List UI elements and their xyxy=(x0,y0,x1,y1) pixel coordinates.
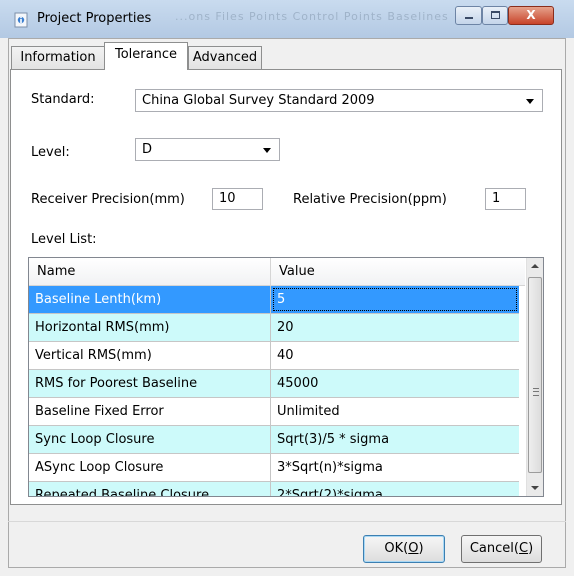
table-row[interactable]: Sync Loop Closure Sqrt(3)/5 * sigma xyxy=(29,426,519,454)
cell-name[interactable]: Repeated Baseline Closure xyxy=(29,482,271,496)
close-button[interactable]: X xyxy=(508,6,554,25)
maximize-icon xyxy=(491,11,500,19)
grip-icon xyxy=(533,388,539,396)
project-properties-icon xyxy=(14,12,28,28)
standard-value: China Global Survey Standard 2009 xyxy=(142,93,375,108)
footer-divider xyxy=(8,521,566,522)
table-row[interactable]: ASync Loop Closure 3*Sqrt(n)*sigma xyxy=(29,454,519,482)
cell-value[interactable]: 45000 xyxy=(271,370,519,397)
ok-label-end: ) xyxy=(418,541,424,556)
table-row[interactable]: Baseline Fixed Error Unlimited xyxy=(29,398,519,426)
chevron-down-icon xyxy=(526,99,534,104)
vertical-scrollbar[interactable] xyxy=(526,258,543,496)
table-header: Name Value xyxy=(29,258,525,286)
maximize-button[interactable] xyxy=(482,6,508,25)
ok-mnemonic: O xyxy=(408,541,419,556)
ok-label: OK( xyxy=(384,541,409,556)
table-row[interactable]: RMS for Poorest Baseline 45000 xyxy=(29,370,519,398)
tab-label: Advanced xyxy=(192,50,258,65)
chevron-down-icon xyxy=(263,148,271,153)
cell-name[interactable]: RMS for Poorest Baseline xyxy=(29,370,271,397)
cell-value[interactable]: 20 xyxy=(271,314,519,341)
cancel-label: Cancel( xyxy=(469,541,519,556)
column-header-value[interactable]: Value xyxy=(271,258,525,285)
table-row[interactable]: Repeated Baseline Closure 2*Sqrt(2)*sigm… xyxy=(29,482,519,496)
column-header-name[interactable]: Name xyxy=(29,258,271,285)
tab-label: Information xyxy=(20,50,96,65)
scroll-up-icon[interactable] xyxy=(527,258,543,275)
cell-value[interactable]: 5 xyxy=(271,286,519,313)
cell-name[interactable]: Vertical RMS(mm) xyxy=(29,342,271,369)
cell-name[interactable]: Horizontal RMS(mm) xyxy=(29,314,271,341)
ok-button[interactable]: OK(O) xyxy=(363,535,445,563)
minimize-button[interactable] xyxy=(455,6,482,25)
cell-name[interactable]: Baseline Fixed Error xyxy=(29,398,271,425)
level-value: D xyxy=(142,142,153,157)
cell-name[interactable]: ASync Loop Closure xyxy=(29,454,271,481)
title-bar[interactable]: Project Properties ...ons Files Points C… xyxy=(0,0,574,38)
table-row[interactable]: Horizontal RMS(mm) 20 xyxy=(29,314,519,342)
window-title: Project Properties xyxy=(37,11,152,26)
cell-name[interactable]: Sync Loop Closure xyxy=(29,426,271,453)
tab-tolerance[interactable]: Tolerance xyxy=(104,42,188,70)
cell-name[interactable]: Baseline Lenth(km) xyxy=(29,286,271,313)
cancel-label-end: ) xyxy=(528,541,534,556)
project-properties-dialog: Project Properties ...ons Files Points C… xyxy=(0,0,574,576)
receiver-precision-value: 10 xyxy=(219,191,236,206)
table-row[interactable]: Baseline Lenth(km) 5 xyxy=(29,286,519,314)
scrollbar-thumb[interactable] xyxy=(528,277,542,473)
cell-value[interactable]: 2*Sqrt(2)*sigma xyxy=(271,482,519,496)
level-list-table[interactable]: Name Value Baseline Lenth(km) 5 Horizont… xyxy=(28,257,544,497)
tab-label: Tolerance xyxy=(115,47,177,62)
background-window-title: ...ons Files Points Control Points Basel… xyxy=(175,10,449,23)
cell-value[interactable]: Unlimited xyxy=(271,398,519,425)
receiver-precision-input[interactable]: 10 xyxy=(212,188,263,210)
table-row[interactable]: Vertical RMS(mm) 40 xyxy=(29,342,519,370)
standard-dropdown[interactable]: China Global Survey Standard 2009 xyxy=(135,89,543,112)
tab-information[interactable]: Information xyxy=(11,46,105,69)
cell-value[interactable]: Sqrt(3)/5 * sigma xyxy=(271,426,519,453)
cell-value[interactable]: 3*Sqrt(n)*sigma xyxy=(271,454,519,481)
scroll-down-icon[interactable] xyxy=(527,479,543,496)
relative-precision-value: 1 xyxy=(492,191,501,206)
cell-value[interactable]: 40 xyxy=(271,342,519,369)
relative-precision-input[interactable]: 1 xyxy=(485,188,526,210)
level-dropdown[interactable]: D xyxy=(135,138,280,161)
cancel-mnemonic: C xyxy=(518,541,529,556)
cancel-button[interactable]: Cancel(C) xyxy=(461,535,542,563)
close-icon: X xyxy=(526,8,536,22)
tab-advanced[interactable]: Advanced xyxy=(188,46,262,69)
minimize-icon xyxy=(465,17,473,19)
